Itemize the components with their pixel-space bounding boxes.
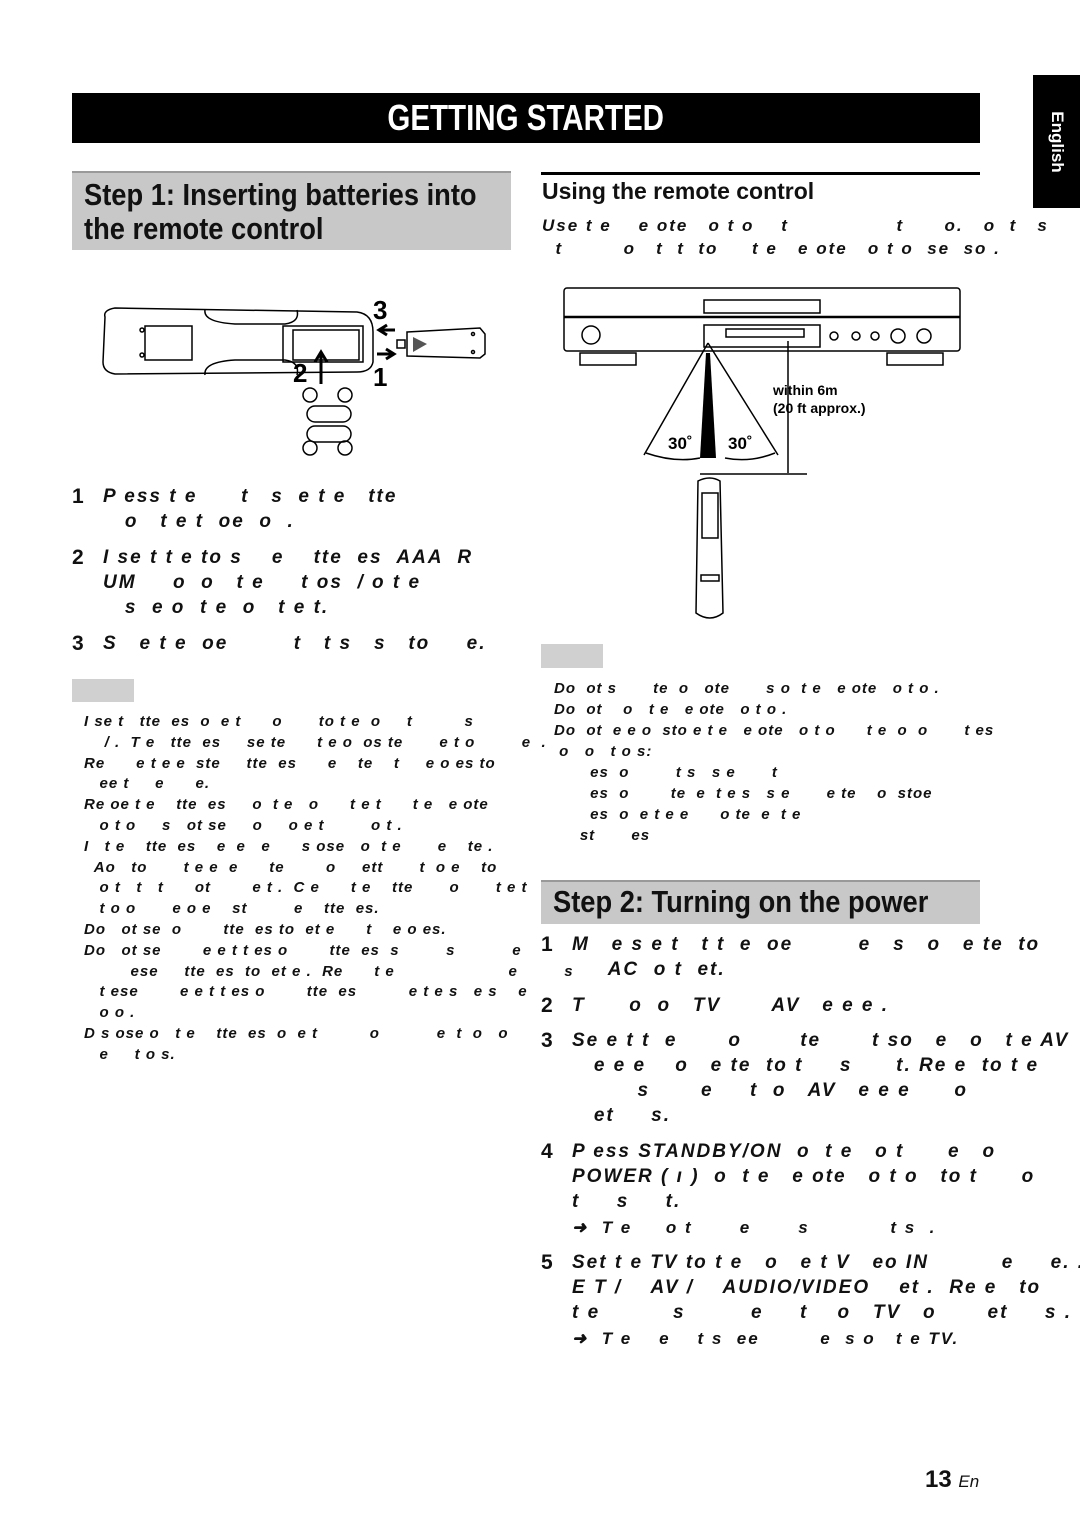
note-line: st es (554, 827, 651, 844)
step-text-line: et s. (572, 1105, 671, 1126)
step2-title: Step 2: Turning on the power (553, 884, 929, 919)
language-tab: English (1033, 75, 1080, 208)
step-number: 2 (541, 994, 553, 1017)
step-text-line: AC o t et. (572, 959, 726, 980)
note-line: Do ot e e o sto e t e e ote o t o t e o … (554, 722, 995, 739)
step-text-line: P ess STANDBY/ON o t e o t e o (572, 1141, 997, 1162)
note-line: Do ot o t e e ote o t o . (554, 701, 788, 718)
step-text-line: Se e t t e o te t so e o t e AV (572, 1030, 1070, 1051)
note-line: I t e tte es e e e s ose o t e e te . (84, 837, 494, 855)
step-number: 2 (72, 546, 84, 569)
section-title: GETTING STARTED (387, 97, 665, 138)
note-line: es o te e t e s s e e te o stoe (554, 785, 933, 802)
step2-title-box: Step 2: Turning on the power (541, 880, 980, 924)
note-line: I se t tte es o e t o to t e o t s (84, 713, 474, 730)
note-line: Ao to t e e e te o ett t o e to (84, 858, 498, 876)
note-line: o t o s ot se o o e t o t . (84, 817, 403, 834)
note-line: e t o s. (84, 1045, 176, 1063)
note-line: Do ot se e e t t es o tte es s s e (84, 941, 522, 959)
step1-title-line: the remote control (84, 211, 324, 246)
step-text-line: P ess t e t s e t e tte (103, 486, 398, 507)
note-line: D s ose o t e tte es o e t o e t o o (84, 1025, 509, 1042)
step-text-line: T o o TV AV e e e . (572, 995, 890, 1016)
step-text-line: t e s e t o TV o et s . (572, 1302, 1072, 1323)
figure-label-3: 3 (373, 295, 387, 325)
step-text-line: t s t. (572, 1191, 682, 1212)
note-line: ese tte es to et e . Re t e e s (84, 962, 574, 980)
notes-label-box (541, 644, 603, 668)
angle-right-label: 30˚ (728, 434, 753, 453)
angle-left-label: 30˚ (668, 434, 693, 453)
step-number: 3 (72, 632, 84, 655)
note-line: o t t t ot e t . C e t e tte o t e t (84, 879, 528, 897)
language-label: English (1047, 110, 1067, 173)
player-body (563, 287, 961, 352)
step-text-line: UM o o t e t os / o t e (103, 572, 422, 593)
note-line: Re e t e e ste tte es e te t e o es to (84, 754, 496, 772)
intro-line: Use t e e ote o t o t t o. o t s (542, 216, 1049, 235)
battery-insertion-figure: 3 2 1 (102, 295, 486, 456)
remote-back-outline (102, 307, 374, 375)
step1-title-box: Step 1: Inserting batteries into the rem… (72, 171, 511, 250)
step-result: ➜ T e o t e s t s . (572, 1218, 937, 1237)
step-result: ➜ T e e t s ee e s o t e TV. (572, 1329, 960, 1348)
distance-label: within 6m (772, 382, 838, 398)
section-header: GETTING STARTED (72, 93, 980, 143)
step-number: 5 (541, 1251, 553, 1274)
figure-label-2: 2 (293, 358, 307, 388)
battery-cover-triangle (413, 337, 427, 352)
note-line: es o e t e e o te e t e (554, 806, 802, 823)
arrow-left-icon (376, 323, 395, 337)
heading-rule (541, 172, 980, 175)
remote-front (695, 477, 724, 619)
figure-label-1: 1 (373, 362, 387, 392)
step1-title-line: Step 1: Inserting batteries into (84, 177, 477, 212)
remote-heading: Using the remote control (542, 178, 815, 204)
page-language-suffix: En (958, 1472, 980, 1491)
step-number: 3 (541, 1029, 553, 1052)
note-line: Re oe t e tte es o t e o t e t t e e ote (84, 796, 489, 814)
page-number: 13 En (925, 1466, 979, 1494)
note-line: ee t e e. (84, 775, 211, 793)
step-text-line: Set t e TV to t e o e t V eo IN e e. . (572, 1252, 1080, 1273)
distance-approx-label: (20 ft approx.) (773, 400, 866, 416)
step-number: 1 (72, 485, 84, 508)
note-line: o o t o s: (554, 743, 653, 760)
step-number: 1 (541, 933, 553, 956)
note-line: / . T e tte es se te t e o os te e t o e… (84, 733, 547, 751)
remote-range-figure: within 6m (20 ft approx.) 30˚ 30˚ (563, 287, 961, 619)
step-text-line: E T / AV / AUDIO/VIDEO et . Re e to (572, 1277, 1042, 1298)
step-text-line: s e t o AV e e e o (572, 1080, 968, 1101)
step-text-line: S e t e oe t t s s to e. (103, 633, 487, 654)
arrow-right-icon (377, 347, 397, 361)
step-text-line: M e s e t t t e oe e s o e te to (572, 934, 1041, 955)
arrow-up-icon (313, 349, 329, 384)
step-text-line: I se t t e to s e tte es AAA R (103, 547, 474, 568)
step-number: 4 (541, 1140, 553, 1163)
page-number-value: 13 (925, 1466, 952, 1493)
step-text-line: o t e t oe o . (103, 511, 295, 532)
note-line: Do ot s te o ote s o t e e ote o t o . (554, 680, 940, 697)
note-line: Do ot se o tte es to et e t e o es. (84, 921, 447, 938)
step-text-line: e e e o e te to t s t. Re e to t e (572, 1055, 1040, 1076)
intro-line: t o t t to t e e ote o t o se so . (542, 239, 1001, 258)
note-line: es o t s s e t (554, 764, 778, 781)
step-text-line: POWER ( ı ) o t e e ote o t o to t o (572, 1166, 1036, 1187)
note-line: t o o e o e st e tte es. (84, 900, 380, 918)
step-text-line: s e o t e o t e t. (103, 597, 330, 618)
ir-beam (700, 353, 716, 458)
note-line: t ese e e t t es o tte es e t e s e s e (84, 983, 528, 1001)
notes-label-box (72, 679, 134, 702)
note-line: o o . (84, 1004, 136, 1022)
